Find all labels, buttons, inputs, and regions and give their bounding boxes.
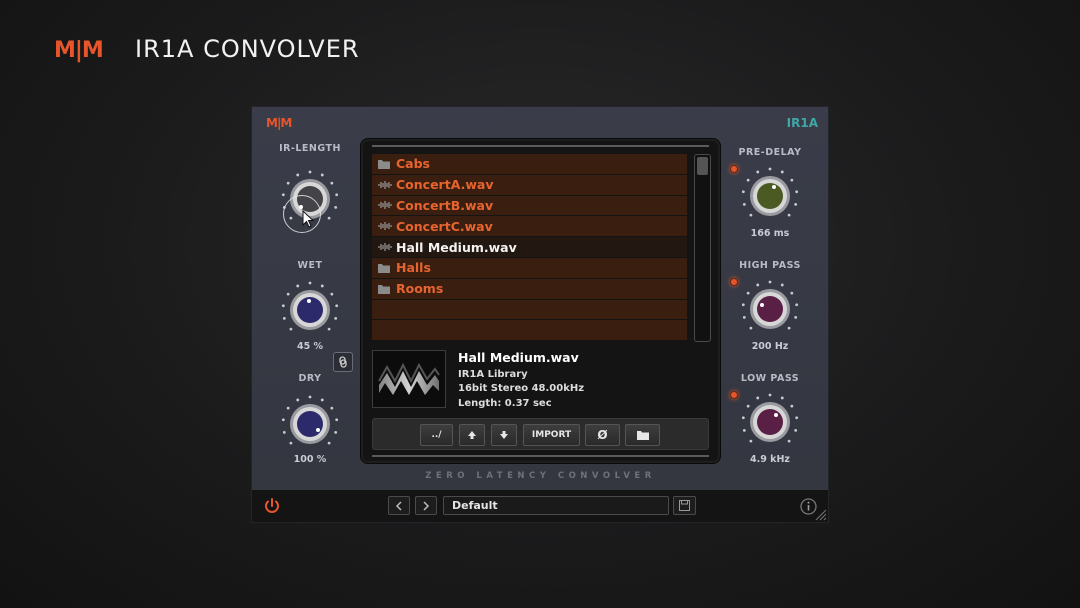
high-pass-led[interactable] <box>730 278 738 286</box>
wet-value: 45 % <box>296 341 324 352</box>
file-name-label: ConcertB.wav <box>396 197 494 213</box>
wet-knob[interactable] <box>278 278 342 342</box>
pre-delay-led[interactable] <box>730 165 738 173</box>
low-pass-knob[interactable] <box>738 390 802 454</box>
arrow-up-icon <box>468 431 476 439</box>
chevron-left-icon <box>395 500 402 511</box>
file-list: Cabs ConcertA.wav ConcertB.wav ConcertC.wav… <box>372 154 687 342</box>
brand-logo: M|M <box>54 38 104 63</box>
plugin-name: IR1A <box>786 116 818 130</box>
plugin-window: M|M IR1A IR-LENGTH WET 45 % DRY 100 % Ca… <box>251 106 829 523</box>
save-preset-button[interactable] <box>673 496 696 515</box>
pre-delay-value: 166 ms <box>750 228 790 239</box>
high-pass-label: HIGH PASS <box>739 260 801 271</box>
dry-label: DRY <box>298 373 322 384</box>
power-icon[interactable] <box>263 497 281 515</box>
ir-file-name: Hall Medium.wav <box>458 350 579 365</box>
high-pass-value: 200 Hz <box>751 341 789 352</box>
link-button[interactable] <box>333 352 353 372</box>
file-name-label: Cabs <box>396 156 430 172</box>
open-folder-button[interactable] <box>625 424 660 446</box>
folder-icon <box>636 431 649 440</box>
dry-knob[interactable] <box>278 392 342 456</box>
file-list-item[interactable]: Hall Medium.wav <box>372 237 687 258</box>
ir-browser-screen: Cabs ConcertA.wav ConcertB.wav ConcertC.wav… <box>360 138 721 464</box>
pre-delay-knob[interactable] <box>738 164 802 228</box>
preset-next-button[interactable] <box>415 496 437 515</box>
file-list-item[interactable] <box>372 320 687 342</box>
scroll-thumb[interactable] <box>697 157 708 175</box>
link-icon <box>339 356 347 368</box>
waveform-icon <box>378 180 392 190</box>
plugin-logo: M|M <box>266 116 292 130</box>
preset-name-field[interactable]: Default <box>443 496 669 515</box>
pre-delay-label: PRE-DELAY <box>738 147 802 158</box>
folder-icon <box>378 263 392 273</box>
next-button[interactable] <box>491 424 517 446</box>
high-pass-knob[interactable] <box>738 277 802 341</box>
wet-label: WET <box>297 260 323 271</box>
file-name-label: ConcertC.wav <box>396 218 493 234</box>
waveform-icon <box>378 221 392 231</box>
ir-info-panel: Hall Medium.wav IR1A Library 16bit Stere… <box>458 350 585 411</box>
file-list-item[interactable]: ConcertB.wav <box>372 195 687 217</box>
file-name-label: ConcertA.wav <box>396 177 494 193</box>
mouse-cursor-icon <box>302 210 315 228</box>
file-list-item[interactable]: ConcertC.wav <box>372 216 687 238</box>
resize-grip-icon[interactable] <box>813 507 827 521</box>
file-list-item[interactable]: Cabs <box>372 154 687 175</box>
file-name-label: Halls <box>396 260 431 276</box>
file-list-item[interactable]: ConcertA.wav <box>372 174 687 196</box>
ir-length-label: IR-LENGTH <box>279 143 341 154</box>
folder-icon <box>378 159 392 169</box>
save-icon <box>679 500 690 511</box>
import-button[interactable]: IMPORT <box>523 424 580 446</box>
file-list-scrollbar[interactable] <box>694 154 711 342</box>
file-name-label: Hall Medium.wav <box>396 239 517 255</box>
ir-length: Length: 0.37 sec <box>458 397 552 409</box>
bottom-bar: Default <box>252 490 828 522</box>
low-pass-label: LOW PASS <box>740 373 800 384</box>
video-title: IR1A CONVOLVER <box>135 35 360 63</box>
dry-value: 100 % <box>293 454 327 465</box>
previous-button[interactable] <box>459 424 485 446</box>
preset-prev-button[interactable] <box>388 496 410 515</box>
chevron-right-icon <box>423 500 430 511</box>
file-list-item[interactable] <box>372 299 687 321</box>
file-list-item[interactable]: Halls <box>372 257 687 279</box>
browser-toolbar: ../ IMPORT Ø <box>372 418 709 450</box>
parent-folder-button[interactable]: ../ <box>420 424 453 446</box>
folder-icon <box>378 284 392 294</box>
arrow-down-icon <box>500 431 508 439</box>
waveform-icon <box>378 242 392 252</box>
tagline: ZERO LATENCY CONVOLVER <box>425 471 656 481</box>
file-list-item[interactable]: Rooms <box>372 278 687 300</box>
ir-format: 16bit Stereo 48.00kHz <box>458 383 585 394</box>
low-pass-value: 4.9 kHz <box>750 454 790 465</box>
clear-button[interactable]: Ø <box>585 424 620 446</box>
ir-library: IR1A Library <box>458 368 528 380</box>
waveform-thumbnail <box>372 350 446 408</box>
waveform-icon <box>378 200 392 210</box>
low-pass-led[interactable] <box>730 391 738 399</box>
file-name-label: Rooms <box>396 281 444 297</box>
